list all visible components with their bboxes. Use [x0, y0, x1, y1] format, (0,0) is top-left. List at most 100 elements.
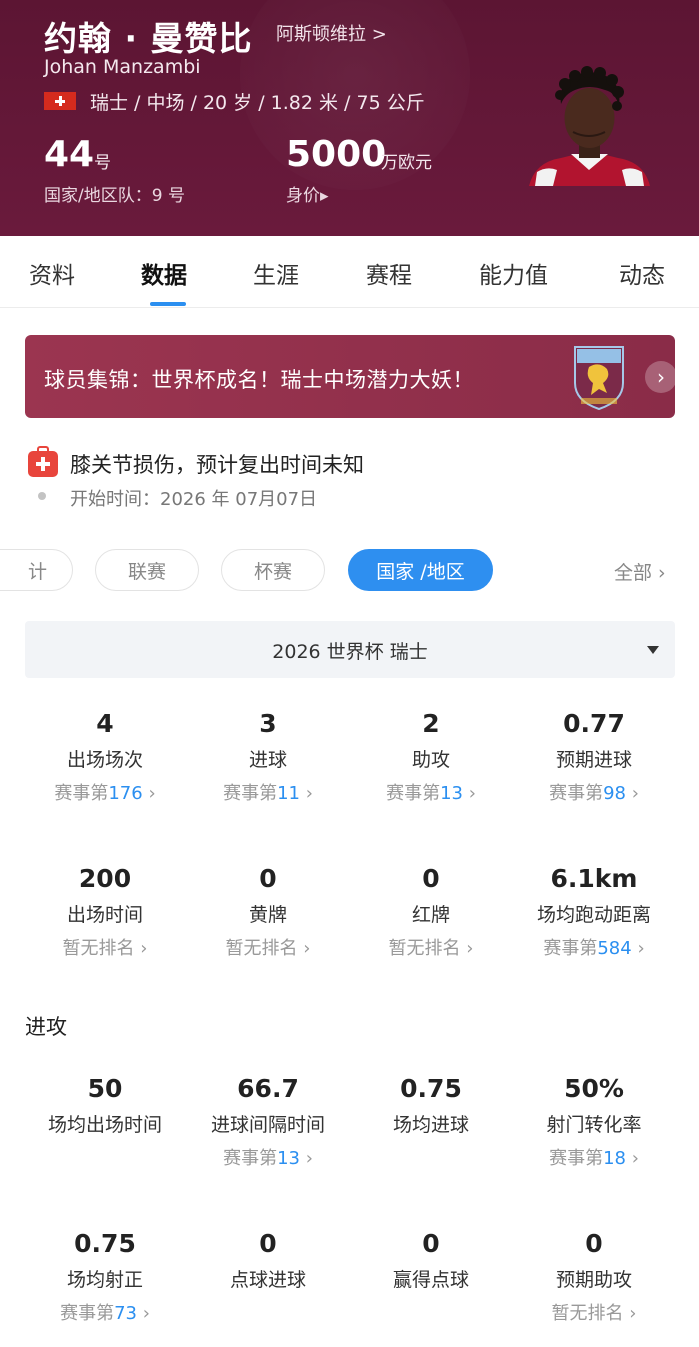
stat-rank: 赛事第176 › [54, 783, 156, 804]
stat-rank [351, 1301, 511, 1327]
stat-rank: 赛事第13 › [223, 1148, 313, 1169]
stat-label: 预期助攻 [555, 1269, 632, 1291]
stat-value: 0 [259, 864, 277, 893]
stat-label: 场均跑动距离 [536, 904, 651, 926]
stat-value: 200 [78, 864, 132, 893]
stat-value: 66.7 [237, 1074, 299, 1103]
competition-selector-value: 2026 世界杯 瑞士 [272, 641, 428, 663]
stat-value: 50 [87, 1074, 123, 1103]
stat-rank: 暂无排名 › [551, 1303, 637, 1324]
stat-red-cards[interactable]: 0 红牌 暂无排名 › [351, 862, 511, 962]
injury-status: 膝关节损伤，预计复出时间未知 [70, 453, 364, 477]
stat-value: 50% [564, 1074, 624, 1103]
stat-avg-minutes[interactable]: 50 场均出场时间 [25, 1072, 185, 1172]
club-link[interactable]: 阿斯顿维拉 > [276, 20, 387, 46]
stat-rank [188, 1301, 348, 1327]
stat-value: 0 [585, 1229, 603, 1258]
filter-all-link[interactable]: 全部 › [614, 558, 666, 585]
market-value-unit: 万欧元 [381, 153, 432, 173]
stat-label: 进球 [248, 749, 287, 771]
active-tab-indicator [150, 302, 186, 306]
stat-label: 红牌 [411, 904, 450, 926]
competition-selector[interactable]: 2026 世界杯 瑞士 [25, 621, 675, 678]
timeline-dot-icon [38, 492, 46, 500]
stat-label: 助攻 [411, 749, 450, 771]
stat-rank: 赛事第584 › [543, 938, 645, 959]
medical-kit-icon [28, 446, 58, 477]
tab-profile[interactable]: 资料 [29, 256, 75, 290]
national-team-number: 国家/地区队：9 号 [44, 186, 185, 206]
stat-rank: 暂无排名 › [388, 938, 474, 959]
filter-pill-cup[interactable]: 杯赛 [221, 549, 325, 591]
stat-label: 出场场次 [66, 749, 143, 771]
stat-running-distance[interactable]: 6.1km 场均跑动距离 赛事第584 › [514, 862, 674, 962]
stat-yellow-cards[interactable]: 0 黄牌 暂无排名 › [188, 862, 348, 962]
stat-avg-shots-on-target[interactable]: 0.75 场均射正 赛事第73 › [25, 1227, 185, 1327]
filter-pill-total[interactable]: 计 [0, 549, 73, 591]
stat-rank: 赛事第98 › [549, 783, 639, 804]
stat-appearances[interactable]: 4 出场场次 赛事第176 › [25, 707, 185, 807]
stat-value: 0.75 [400, 1074, 462, 1103]
injury-start-time: 开始时间：2026 年 07月07日 [70, 489, 318, 510]
player-avatar [529, 66, 650, 186]
stat-value: 3 [259, 709, 277, 738]
stat-label: 场均射正 [66, 1269, 143, 1291]
banner-arrow-icon[interactable]: › [645, 361, 675, 393]
stat-value: 0 [259, 1229, 277, 1258]
stat-shot-conversion[interactable]: 50% 射门转化率 赛事第18 › [514, 1072, 674, 1172]
highlights-banner[interactable]: 球员集锦：世界杯成名！瑞士中场潜力大妖！ › [25, 335, 675, 418]
stat-label: 预期进球 [555, 749, 632, 771]
stat-rank: 赛事第13 › [386, 783, 476, 804]
stat-value: 0.75 [74, 1229, 136, 1258]
stat-assists[interactable]: 2 助攻 赛事第13 › [351, 707, 511, 807]
player-info-line: 瑞士 / 中场 / 20 岁 / 1.82 米 / 75 公斤 [90, 92, 425, 114]
stat-minutes[interactable]: 200 出场时间 暂无排名 › [25, 862, 185, 962]
stat-label: 场均进球 [392, 1114, 469, 1136]
stat-rank: 赛事第18 › [549, 1148, 639, 1169]
stat-avg-goals[interactable]: 0.75 场均进球 [351, 1072, 511, 1172]
stat-value: 2 [422, 709, 440, 738]
player-name-en: Johan Manzambi [44, 56, 201, 78]
stat-label: 出场时间 [66, 904, 143, 926]
tab-news[interactable]: 动态 [619, 256, 665, 290]
tab-career[interactable]: 生涯 [253, 256, 299, 290]
swiss-flag-icon [44, 92, 76, 110]
tab-schedule[interactable]: 赛程 [366, 256, 412, 290]
section-title-attack: 进攻 [25, 1015, 67, 1039]
stat-label: 赢得点球 [392, 1269, 469, 1291]
stat-value: 0 [422, 864, 440, 893]
stat-rank [25, 1146, 185, 1172]
stat-expected-assists[interactable]: 0 预期助攻 暂无排名 › [514, 1227, 674, 1327]
tab-stats[interactable]: 数据 [141, 256, 187, 290]
filter-pill-league[interactable]: 联赛 [95, 549, 199, 591]
tab-ability[interactable]: 能力值 [479, 256, 548, 290]
stat-rank [351, 1146, 511, 1172]
stat-value: 0.77 [563, 709, 625, 738]
market-value: 5000 [286, 134, 387, 175]
stat-rank: 暂无排名 › [225, 938, 311, 959]
filter-pill-national[interactable]: 国家 /地区 [348, 549, 493, 591]
stat-penalties-won[interactable]: 0 赢得点球 [351, 1227, 511, 1327]
player-page: 约翰 · 曼赞比 阿斯顿维拉 > Johan Manzambi 瑞士 / 中场 … [0, 0, 699, 1347]
stat-goal-interval[interactable]: 66.7 进球间隔时间 赛事第13 › [188, 1072, 348, 1172]
stat-rank: 暂无排名 › [62, 938, 148, 959]
player-header: 约翰 · 曼赞比 阿斯顿维拉 > Johan Manzambi 瑞士 / 中场 … [0, 0, 699, 236]
market-value-link[interactable]: 身价▸ [286, 181, 329, 206]
stat-value: 4 [96, 709, 114, 738]
stat-rank: 赛事第11 › [223, 783, 313, 804]
caret-down-icon [647, 646, 659, 654]
stat-label: 场均出场时间 [47, 1114, 162, 1136]
club-badge-icon [574, 346, 624, 411]
tab-bar: 资料 数据 生涯 赛程 能力值 动态 [0, 236, 699, 308]
stat-penalty-goals[interactable]: 0 点球进球 [188, 1227, 348, 1327]
player-name-cn: 约翰 · 曼赞比 [44, 19, 253, 58]
stat-expected-goals[interactable]: 0.77 预期进球 赛事第98 › [514, 707, 674, 807]
stat-value: 0 [422, 1229, 440, 1258]
stat-goals[interactable]: 3 进球 赛事第11 › [188, 707, 348, 807]
stat-label: 射门转化率 [546, 1114, 642, 1136]
stat-value: 6.1km [550, 864, 638, 893]
shirt-number: 44 [44, 134, 95, 175]
stat-label: 黄牌 [248, 904, 287, 926]
stat-rank: 赛事第73 › [60, 1303, 150, 1324]
shirt-number-unit: 号 [94, 153, 111, 173]
